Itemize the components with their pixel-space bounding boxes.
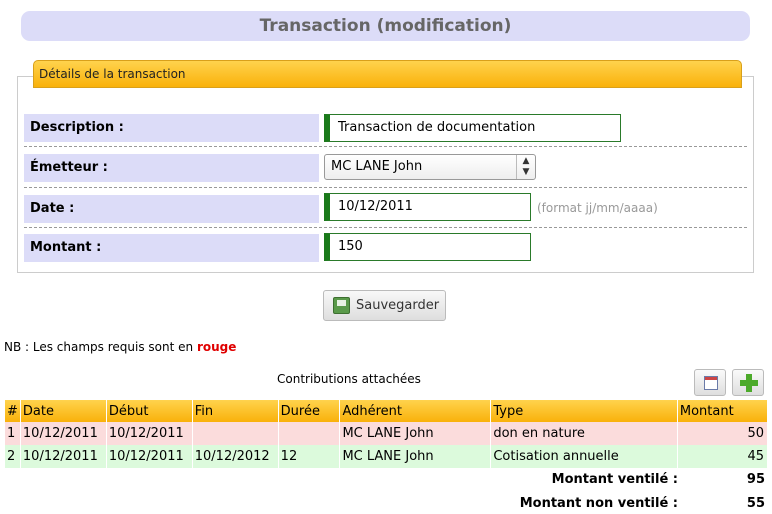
contributions-table: # Date Début Fin Durée Adhérent Type Mon… [4, 400, 767, 468]
note-highlight: rouge [196, 340, 237, 354]
column-header[interactable]: Montant [676, 400, 767, 422]
table-header-row: # Date Début Fin Durée Adhérent Type Mon… [4, 400, 767, 422]
column-header[interactable]: Début [105, 400, 193, 422]
plus-icon [740, 374, 758, 392]
date-label: Date : [24, 195, 319, 223]
description-label: Description : [24, 114, 319, 142]
column-header[interactable]: Type [490, 400, 678, 422]
table-cell: 2 [4, 445, 21, 468]
table-cell: 10/12/2011 [105, 445, 193, 468]
page-title: Transaction (modification) [21, 11, 750, 41]
table-row[interactable]: 2 10/12/2011 10/12/2011 10/12/2012 12 MC… [4, 445, 767, 468]
required-fields-note: NB : Les champs requis sont en rouge [4, 340, 236, 354]
date-format-hint: (format jj/mm/aaaa) [537, 201, 658, 215]
row-separator [24, 187, 747, 188]
date-input[interactable]: 10/12/2011 [324, 193, 531, 221]
note-text: NB : Les champs requis sont en [4, 340, 194, 354]
save-button-label: Sauvegarder [356, 298, 440, 313]
table-cell[interactable]: MC LANE John [339, 445, 491, 468]
chevron-up-down-icon: ▲ ▼ [516, 155, 535, 179]
montant-non-ventile-value: 55 [746, 496, 765, 511]
emetteur-selected-value: MC LANE John [331, 159, 423, 174]
contributions-title: Contributions attachées [277, 372, 421, 386]
emetteur-label: Émetteur : [24, 154, 319, 182]
column-header[interactable]: Fin [191, 400, 279, 422]
montant-non-ventile-label: Montant non ventilé : [519, 496, 678, 511]
table-cell [277, 422, 340, 445]
montant-label: Montant : [24, 234, 319, 262]
fieldset-legend: Détails de la transaction [33, 60, 742, 88]
column-header[interactable]: Adhérent [339, 400, 491, 422]
table-cell: 12 [277, 445, 340, 468]
table-cell: 50 [676, 422, 767, 445]
montant-ventile-label: Montant ventilé : [551, 472, 678, 487]
description-input[interactable]: Transaction de documentation [324, 114, 621, 142]
column-header[interactable]: Durée [277, 400, 340, 422]
table-cell: 10/12/2011 [105, 422, 193, 445]
table-cell: don en nature [490, 422, 678, 445]
save-icon [333, 297, 350, 314]
table-cell: 1 [4, 422, 21, 445]
calendar-icon [704, 376, 718, 390]
table-cell[interactable]: MC LANE John [339, 422, 491, 445]
emetteur-select[interactable]: MC LANE John ▲ ▼ [324, 154, 536, 180]
add-contribution-button[interactable] [732, 369, 764, 396]
row-separator [24, 146, 747, 147]
table-cell [191, 422, 279, 445]
table-cell: 10/12/2011 [19, 445, 107, 468]
table-row[interactable]: 1 10/12/2011 10/12/2011 MC LANE John don… [4, 422, 767, 445]
column-header[interactable]: Date [19, 400, 107, 422]
table-cell: Cotisation annuelle [490, 445, 678, 468]
table-cell: 45 [676, 445, 767, 468]
column-header[interactable]: # [4, 400, 21, 422]
save-button[interactable]: Sauvegarder [323, 290, 446, 321]
table-cell: 10/12/2011 [19, 422, 107, 445]
show-dates-button[interactable] [694, 369, 726, 396]
row-separator [24, 227, 747, 228]
montant-input[interactable]: 150 [324, 233, 531, 261]
montant-ventile-value: 95 [746, 472, 765, 487]
table-cell: 10/12/2012 [191, 445, 279, 468]
